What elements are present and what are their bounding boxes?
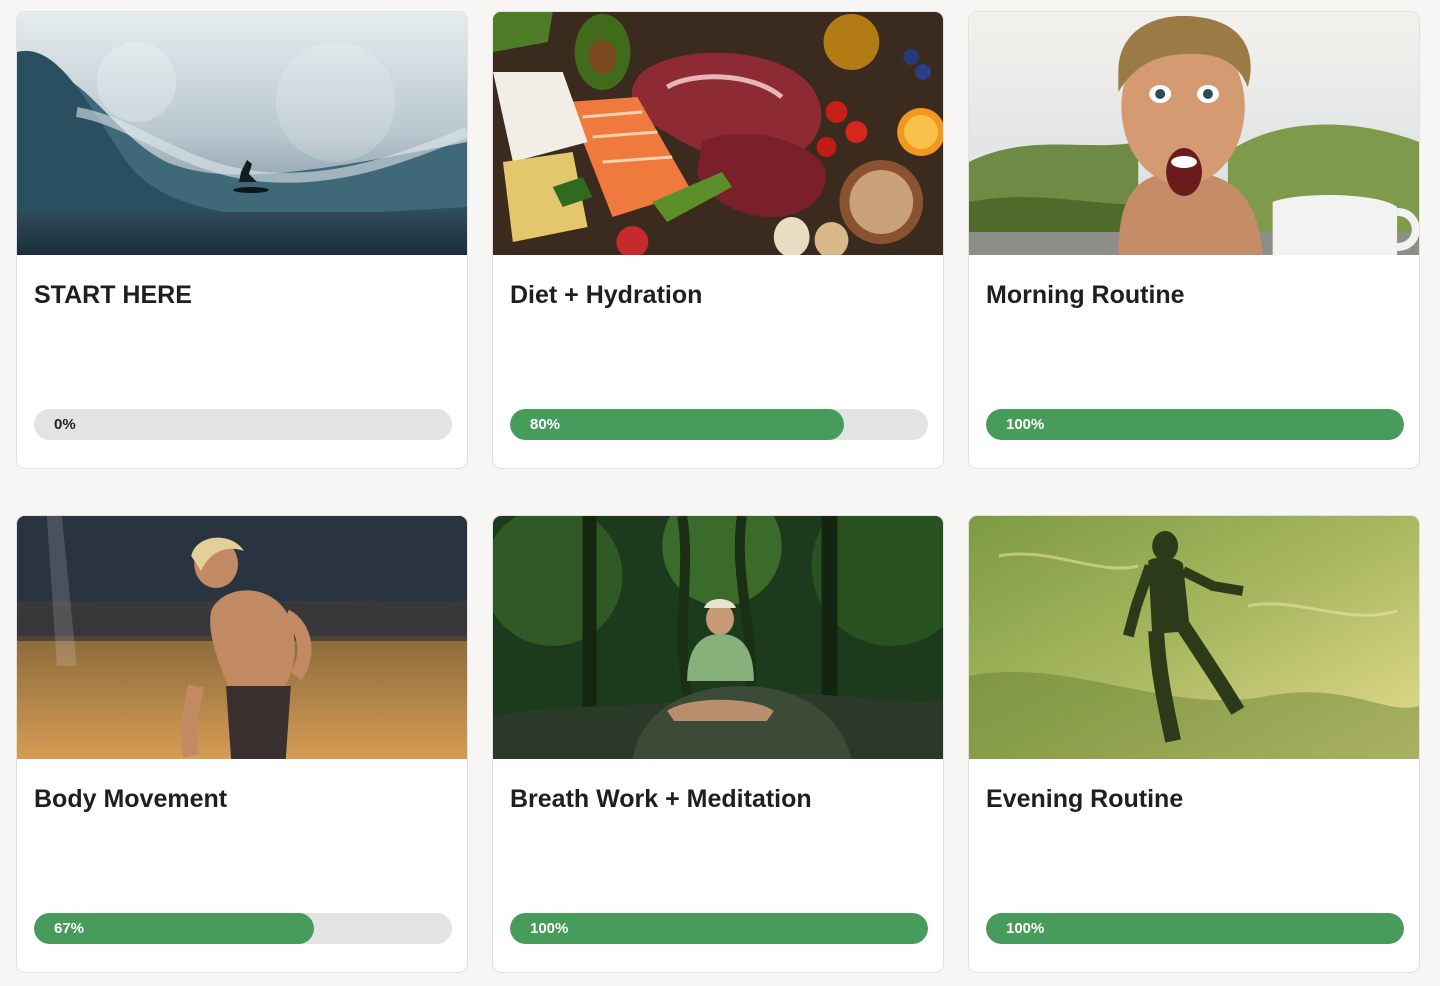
progress-label: 100%: [1006, 416, 1045, 433]
progress-fill: [510, 409, 845, 440]
course-title[interactable]: Diet + Hydration: [510, 280, 702, 310]
progress-fill: [986, 913, 1404, 944]
course-progress-bar: 100%: [986, 913, 1404, 944]
man-meditating-jungle-photo[interactable]: [493, 516, 943, 759]
surfer-wave-photo[interactable]: [17, 12, 467, 255]
course-progress-bar: 0%: [34, 409, 452, 440]
man-shocked-face-mountains-photo[interactable]: [969, 12, 1419, 255]
course-card-evening-routine[interactable]: Evening Routine 100%: [968, 515, 1420, 973]
course-card-start-here[interactable]: START HERE 0%: [16, 11, 468, 469]
man-waterfall-pool-photo[interactable]: [17, 516, 467, 759]
course-card-diet-hydration[interactable]: Diet + Hydration 80%: [492, 11, 944, 469]
course-card-breath-work-meditation[interactable]: Breath Work + Meditation 100%: [492, 515, 944, 973]
man-floating-underwater-photo[interactable]: [969, 516, 1419, 759]
course-progress-bar: 100%: [510, 913, 928, 944]
course-title[interactable]: Morning Routine: [986, 280, 1185, 310]
progress-label: 0%: [54, 416, 76, 433]
course-card-body-movement[interactable]: Body Movement 67%: [16, 515, 468, 973]
progress-fill: [986, 409, 1404, 440]
course-title[interactable]: Breath Work + Meditation: [510, 784, 812, 814]
course-card-morning-routine[interactable]: Morning Routine 100%: [968, 11, 1420, 469]
course-title[interactable]: Body Movement: [34, 784, 227, 814]
course-title[interactable]: Evening Routine: [986, 784, 1183, 814]
course-progress-bar: 80%: [510, 409, 928, 440]
progress-label: 67%: [54, 920, 85, 937]
whole-foods-spread-photo[interactable]: [493, 12, 943, 255]
course-progress-bar: 67%: [34, 913, 452, 944]
progress-fill: [510, 913, 928, 944]
progress-label: 100%: [1006, 920, 1045, 937]
course-grid: START HERE 0% Diet + Hydration 80% Morni…: [0, 0, 1440, 986]
course-title[interactable]: START HERE: [34, 280, 192, 310]
progress-label: 100%: [530, 920, 569, 937]
progress-label: 80%: [530, 416, 561, 433]
course-progress-bar: 100%: [986, 409, 1404, 440]
